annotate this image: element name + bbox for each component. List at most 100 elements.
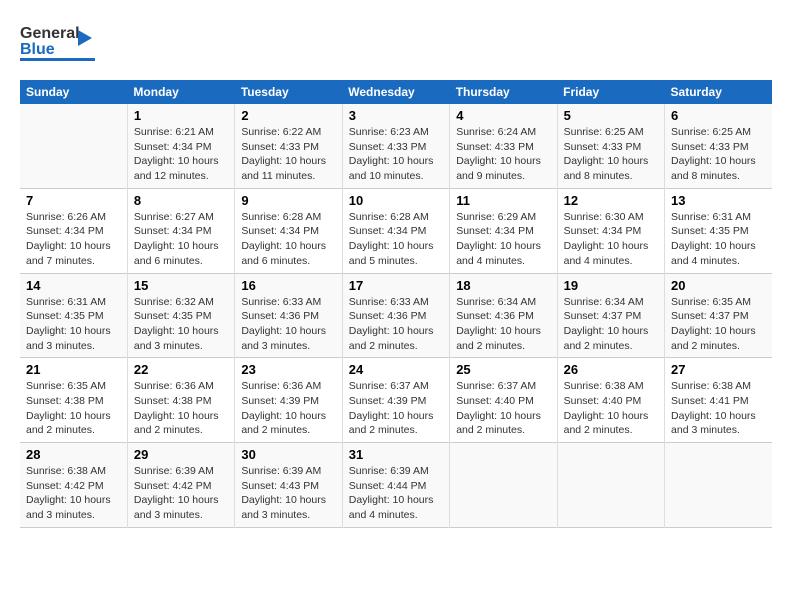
calendar-cell: 17 Sunrise: 6:33 AM Sunset: 4:36 PM Dayli… — [342, 273, 449, 358]
calendar-cell: 1 Sunrise: 6:21 AM Sunset: 4:34 PM Daylig… — [127, 104, 234, 188]
day-number: 5 — [564, 108, 658, 123]
day-info: Sunrise: 6:37 AM Sunset: 4:40 PM Dayligh… — [456, 379, 550, 438]
day-number: 8 — [134, 193, 228, 208]
header-friday: Friday — [557, 80, 664, 104]
day-number: 17 — [349, 278, 443, 293]
calendar-cell: 27 Sunrise: 6:38 AM Sunset: 4:41 PM Dayli… — [665, 358, 772, 443]
calendar-cell: 13 Sunrise: 6:31 AM Sunset: 4:35 PM Dayli… — [665, 188, 772, 273]
calendar-cell: 31Sunrise: 6:39 AM Sunset: 4:44 PM Dayli… — [342, 443, 449, 528]
day-number: 28 — [26, 447, 121, 462]
header-sunday: Sunday — [20, 80, 127, 104]
day-number: 6 — [671, 108, 766, 123]
calendar-cell: 29 Sunrise: 6:39 AM Sunset: 4:42 PM Dayli… — [127, 443, 234, 528]
day-info: Sunrise: 6:39 AM Sunset: 4:42 PM Dayligh… — [134, 464, 228, 523]
calendar-cell: 14 Sunrise: 6:31 AM Sunset: 4:35 PM Dayli… — [20, 273, 127, 358]
logo-svg: GeneralBlue — [20, 20, 100, 70]
header-wednesday: Wednesday — [342, 80, 449, 104]
day-number: 23 — [241, 362, 335, 377]
calendar-cell: 2 Sunrise: 6:22 AM Sunset: 4:33 PM Daylig… — [235, 104, 342, 188]
calendar-cell — [557, 443, 664, 528]
calendar-cell: 25 Sunrise: 6:37 AM Sunset: 4:40 PM Dayli… — [450, 358, 557, 443]
header-saturday: Saturday — [665, 80, 772, 104]
header-tuesday: Tuesday — [235, 80, 342, 104]
day-number: 29 — [134, 447, 228, 462]
day-number: 13 — [671, 193, 766, 208]
day-info: Sunrise: 6:30 AM Sunset: 4:34 PM Dayligh… — [564, 210, 658, 269]
day-info: Sunrise: 6:38 AM Sunset: 4:41 PM Dayligh… — [671, 379, 766, 438]
day-info: Sunrise: 6:28 AM Sunset: 4:34 PM Dayligh… — [241, 210, 335, 269]
day-info: Sunrise: 6:39 AM Sunset: 4:43 PM Dayligh… — [241, 464, 335, 523]
day-number: 16 — [241, 278, 335, 293]
calendar-cell: 3Sunrise: 6:23 AM Sunset: 4:33 PM Daylig… — [342, 104, 449, 188]
calendar-cell: 24 Sunrise: 6:37 AM Sunset: 4:39 PM Dayli… — [342, 358, 449, 443]
page-header: GeneralBlue — [20, 20, 772, 70]
day-info: Sunrise: 6:29 AM Sunset: 4:34 PM Dayligh… — [456, 210, 550, 269]
day-number: 27 — [671, 362, 766, 377]
day-number: 1 — [134, 108, 228, 123]
day-info: Sunrise: 6:32 AM Sunset: 4:35 PM Dayligh… — [134, 295, 228, 354]
day-info: Sunrise: 6:21 AM Sunset: 4:34 PM Dayligh… — [134, 125, 228, 184]
calendar-header-row: SundayMondayTuesdayWednesdayThursdayFrid… — [20, 80, 772, 104]
day-number: 7 — [26, 193, 121, 208]
calendar-cell: 12 Sunrise: 6:30 AM Sunset: 4:34 PM Dayli… — [557, 188, 664, 273]
day-info: Sunrise: 6:37 AM Sunset: 4:39 PM Dayligh… — [349, 379, 443, 438]
day-number: 22 — [134, 362, 228, 377]
day-number: 12 — [564, 193, 658, 208]
day-number: 11 — [456, 193, 550, 208]
day-number: 3 — [349, 108, 443, 123]
day-number: 2 — [241, 108, 335, 123]
calendar-cell: 4Sunrise: 6:24 AM Sunset: 4:33 PM Daylig… — [450, 104, 557, 188]
calendar-cell: 9 Sunrise: 6:28 AM Sunset: 4:34 PM Daylig… — [235, 188, 342, 273]
day-info: Sunrise: 6:36 AM Sunset: 4:39 PM Dayligh… — [241, 379, 335, 438]
day-info: Sunrise: 6:39 AM Sunset: 4:44 PM Dayligh… — [349, 464, 443, 523]
calendar-table: SundayMondayTuesdayWednesdayThursdayFrid… — [20, 80, 772, 528]
calendar-cell: 7 Sunrise: 6:26 AM Sunset: 4:34 PM Daylig… — [20, 188, 127, 273]
header-monday: Monday — [127, 80, 234, 104]
day-number: 26 — [564, 362, 658, 377]
calendar-cell: 20Sunrise: 6:35 AM Sunset: 4:37 PM Dayli… — [665, 273, 772, 358]
day-number: 24 — [349, 362, 443, 377]
day-number: 19 — [564, 278, 658, 293]
calendar-cell: 23 Sunrise: 6:36 AM Sunset: 4:39 PM Dayli… — [235, 358, 342, 443]
day-number: 14 — [26, 278, 121, 293]
logo: GeneralBlue — [20, 20, 100, 70]
calendar-cell — [450, 443, 557, 528]
header-thursday: Thursday — [450, 80, 557, 104]
calendar-cell: 15 Sunrise: 6:32 AM Sunset: 4:35 PM Dayli… — [127, 273, 234, 358]
calendar-cell: 10Sunrise: 6:28 AM Sunset: 4:34 PM Dayli… — [342, 188, 449, 273]
day-info: Sunrise: 6:31 AM Sunset: 4:35 PM Dayligh… — [671, 210, 766, 269]
day-number: 18 — [456, 278, 550, 293]
calendar-cell: 18 Sunrise: 6:34 AM Sunset: 4:36 PM Dayli… — [450, 273, 557, 358]
day-info: Sunrise: 6:34 AM Sunset: 4:36 PM Dayligh… — [456, 295, 550, 354]
svg-text:Blue: Blue — [20, 41, 55, 58]
calendar-cell: 19 Sunrise: 6:34 AM Sunset: 4:37 PM Dayli… — [557, 273, 664, 358]
day-number: 15 — [134, 278, 228, 293]
day-info: Sunrise: 6:31 AM Sunset: 4:35 PM Dayligh… — [26, 295, 121, 354]
calendar-cell: 28 Sunrise: 6:38 AM Sunset: 4:42 PM Dayli… — [20, 443, 127, 528]
calendar-week-row: 7 Sunrise: 6:26 AM Sunset: 4:34 PM Daylig… — [20, 188, 772, 273]
calendar-cell: 16 Sunrise: 6:33 AM Sunset: 4:36 PM Dayli… — [235, 273, 342, 358]
day-info: Sunrise: 6:22 AM Sunset: 4:33 PM Dayligh… — [241, 125, 335, 184]
day-info: Sunrise: 6:34 AM Sunset: 4:37 PM Dayligh… — [564, 295, 658, 354]
day-info: Sunrise: 6:26 AM Sunset: 4:34 PM Dayligh… — [26, 210, 121, 269]
calendar-cell: 5 Sunrise: 6:25 AM Sunset: 4:33 PM Daylig… — [557, 104, 664, 188]
day-info: Sunrise: 6:33 AM Sunset: 4:36 PM Dayligh… — [241, 295, 335, 354]
day-number: 10 — [349, 193, 443, 208]
calendar-cell — [665, 443, 772, 528]
day-info: Sunrise: 6:38 AM Sunset: 4:42 PM Dayligh… — [26, 464, 121, 523]
day-number: 25 — [456, 362, 550, 377]
day-number: 9 — [241, 193, 335, 208]
day-number: 20 — [671, 278, 766, 293]
day-number: 30 — [241, 447, 335, 462]
day-info: Sunrise: 6:25 AM Sunset: 4:33 PM Dayligh… — [564, 125, 658, 184]
calendar-week-row: 21Sunrise: 6:35 AM Sunset: 4:38 PM Dayli… — [20, 358, 772, 443]
calendar-week-row: 14 Sunrise: 6:31 AM Sunset: 4:35 PM Dayli… — [20, 273, 772, 358]
day-info: Sunrise: 6:35 AM Sunset: 4:38 PM Dayligh… — [26, 379, 121, 438]
calendar-cell: 22Sunrise: 6:36 AM Sunset: 4:38 PM Dayli… — [127, 358, 234, 443]
day-info: Sunrise: 6:38 AM Sunset: 4:40 PM Dayligh… — [564, 379, 658, 438]
calendar-cell: 6Sunrise: 6:25 AM Sunset: 4:33 PM Daylig… — [665, 104, 772, 188]
calendar-week-row: 28 Sunrise: 6:38 AM Sunset: 4:42 PM Dayli… — [20, 443, 772, 528]
day-info: Sunrise: 6:33 AM Sunset: 4:36 PM Dayligh… — [349, 295, 443, 354]
calendar-cell: 11 Sunrise: 6:29 AM Sunset: 4:34 PM Dayli… — [450, 188, 557, 273]
day-info: Sunrise: 6:27 AM Sunset: 4:34 PM Dayligh… — [134, 210, 228, 269]
